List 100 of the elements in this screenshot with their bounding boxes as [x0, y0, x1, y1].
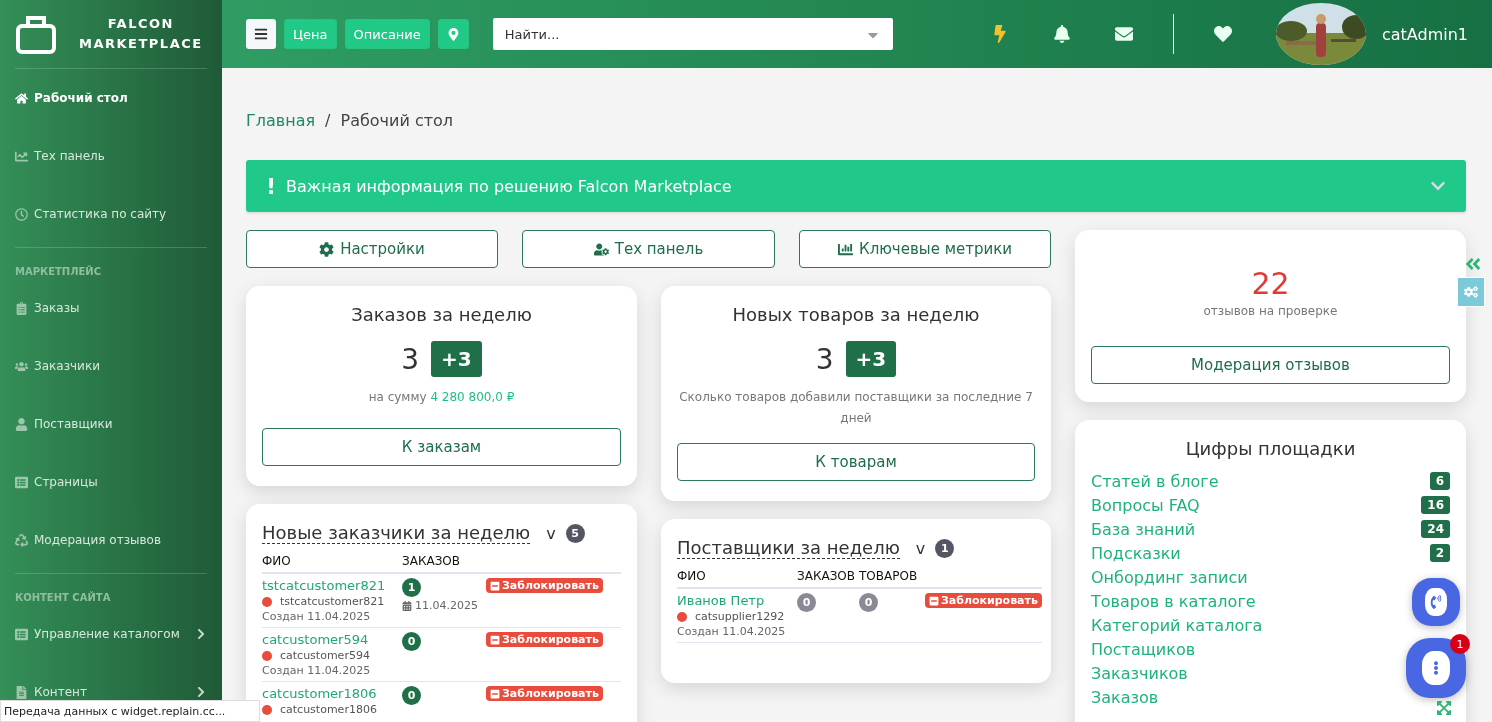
card-title: Цифры площадки [1184, 438, 1357, 459]
name-link[interactable]: tstcatcustomer821 [262, 578, 386, 593]
orders-count: 0 [402, 686, 421, 705]
stat-link[interactable]: Подсказки [1091, 543, 1181, 563]
menu-button[interactable] [246, 19, 276, 49]
expand-icon[interactable] [1436, 700, 1452, 716]
settings-icon [319, 241, 335, 257]
home-icon [15, 91, 28, 105]
filter-button[interactable]: Описание [344, 19, 430, 49]
user-name[interactable]: catAdmin1 [1381, 24, 1468, 44]
minus-icon [490, 580, 500, 591]
stat-link[interactable]: База знаний [1091, 519, 1196, 539]
nav-item[interactable]: Поставщики [15, 395, 207, 453]
count-badge: 1 [935, 538, 955, 558]
brand-name: MARKETPLACE [79, 35, 203, 53]
stat-link[interactable]: Заказчиков [1091, 663, 1188, 683]
review-label: отзывов на проверке [1202, 303, 1339, 320]
stat-link[interactable]: Статей в блоге [1091, 471, 1219, 491]
column-header: ЗАКАЗОВ [402, 550, 486, 574]
count-badge: 5 [565, 523, 585, 543]
brand-name: FALCON [106, 15, 175, 33]
link-status-tooltip: Передача данных с widget.replain.cc... [0, 700, 260, 722]
list-icon [15, 627, 28, 641]
stat-link[interactable]: Товаров в каталоге [1091, 591, 1256, 611]
orders-count: 1 [402, 578, 421, 597]
nav-item[interactable]: Модерация отзывов [15, 511, 207, 569]
quick-button[interactable]: Настройки [246, 230, 498, 268]
users-icon [15, 359, 28, 373]
block-button[interactable]: Заблокировать [486, 632, 603, 647]
line-chart-icon [15, 149, 28, 163]
menu-icon [254, 27, 268, 41]
nav-item[interactable]: Управление каталогом [15, 605, 207, 663]
breadcrumb-current: Рабочий стол [340, 110, 454, 130]
nav-item[interactable]: Статистика по сайту [15, 185, 207, 243]
block-button[interactable]: Заблокировать [486, 686, 603, 701]
unread-badge: 1 [1450, 634, 1470, 654]
nav-item[interactable]: Рабочий стол [15, 69, 207, 127]
stat-link[interactable]: Постащиков [1091, 639, 1196, 659]
info-banner[interactable]: ! Важная информация по решению Falcon Marketplace [246, 160, 1466, 212]
delta-badge: +3 [431, 341, 482, 377]
chevron-right-icon [195, 628, 207, 640]
clipboard-icon [15, 301, 28, 315]
block-button[interactable]: Заблокировать [486, 578, 603, 593]
quick-button[interactable]: Ключевые метрики [799, 230, 1051, 268]
recycle-icon [15, 533, 28, 547]
section-heading: МАРКЕТПЛЕЙС [15, 264, 103, 279]
order-date: 11.04.2025 [402, 599, 478, 612]
card-title: Новые заказчики за неделю [262, 522, 531, 544]
location-button[interactable] [437, 19, 469, 49]
nav-item[interactable]: Тех панель [15, 127, 207, 185]
toggle-arrow[interactable]: v [915, 538, 926, 558]
stat-link[interactable]: Категорий каталога [1091, 615, 1263, 635]
products-count: 0 [859, 593, 878, 612]
envelope-icon[interactable] [1114, 25, 1133, 43]
block-button[interactable]: Заблокировать [925, 593, 1042, 608]
review-count: 22 [1250, 266, 1291, 301]
created-date: Создан 11.04.2025 [677, 625, 786, 638]
stat-link[interactable]: Вопросы FAQ [1091, 495, 1200, 515]
breadcrumb-separator: / [325, 110, 331, 130]
moderation-button[interactable]: Модерация отзывов [1091, 346, 1450, 384]
products-button[interactable]: К товарам [677, 443, 1035, 481]
map-pin-icon [446, 27, 460, 41]
exclamation-mark: ! [266, 173, 277, 199]
toggle-arrow[interactable]: v [546, 523, 556, 543]
shopping-bag-icon [15, 13, 57, 55]
orders-count: 0 [797, 593, 816, 612]
product-count: 3 [815, 342, 834, 376]
login-text: tstcatcustomer821 [262, 595, 385, 608]
orders-button[interactable]: К заказам [262, 428, 621, 466]
bar-chart-icon [838, 241, 853, 257]
column-header: ТОВАРОВ [859, 565, 925, 589]
user-gear-icon [593, 241, 609, 257]
breadcrumb-link[interactable]: Главная [246, 110, 316, 130]
phone-icon [1429, 595, 1443, 609]
double-chevron-left-icon[interactable] [1464, 255, 1482, 273]
stat-link[interactable]: Онбординг записи [1091, 567, 1248, 587]
heart-icon[interactable] [1213, 25, 1232, 43]
bell-icon[interactable] [1052, 25, 1071, 43]
created-date: Создан 11.04.2025 [262, 610, 371, 623]
orders-count: 0 [402, 632, 421, 651]
nav-item[interactable]: Заказы [15, 279, 207, 337]
user-icon [15, 417, 28, 431]
quick-button[interactable]: Тех панель [522, 230, 775, 268]
order-count: 3 [401, 342, 420, 376]
name-link[interactable]: catcustomer594 [262, 632, 369, 647]
nav-item[interactable]: Заказчики [15, 337, 207, 395]
column-header: ФИО [262, 550, 402, 574]
card-title: Заказов за неделю [350, 304, 533, 325]
nav-item[interactable]: Страницы [15, 453, 207, 511]
stat-count: 2 [1429, 544, 1450, 562]
filter-button[interactable]: Цена [284, 19, 337, 49]
section-heading: КОНТЕНТ САЙТА [15, 590, 112, 605]
name-link[interactable]: catcustomer1806 [262, 686, 377, 701]
column-header: ЗАКАЗОВ [797, 565, 859, 589]
search-field[interactable]: Найти... [492, 18, 893, 50]
document-icon [15, 685, 28, 699]
created-date: Создан 11.04.2025 [262, 664, 371, 677]
name-link[interactable]: Иванов Петр [677, 593, 765, 608]
card-title: Новых товаров за неделю [731, 304, 981, 325]
stat-link[interactable]: Заказов [1091, 687, 1159, 707]
